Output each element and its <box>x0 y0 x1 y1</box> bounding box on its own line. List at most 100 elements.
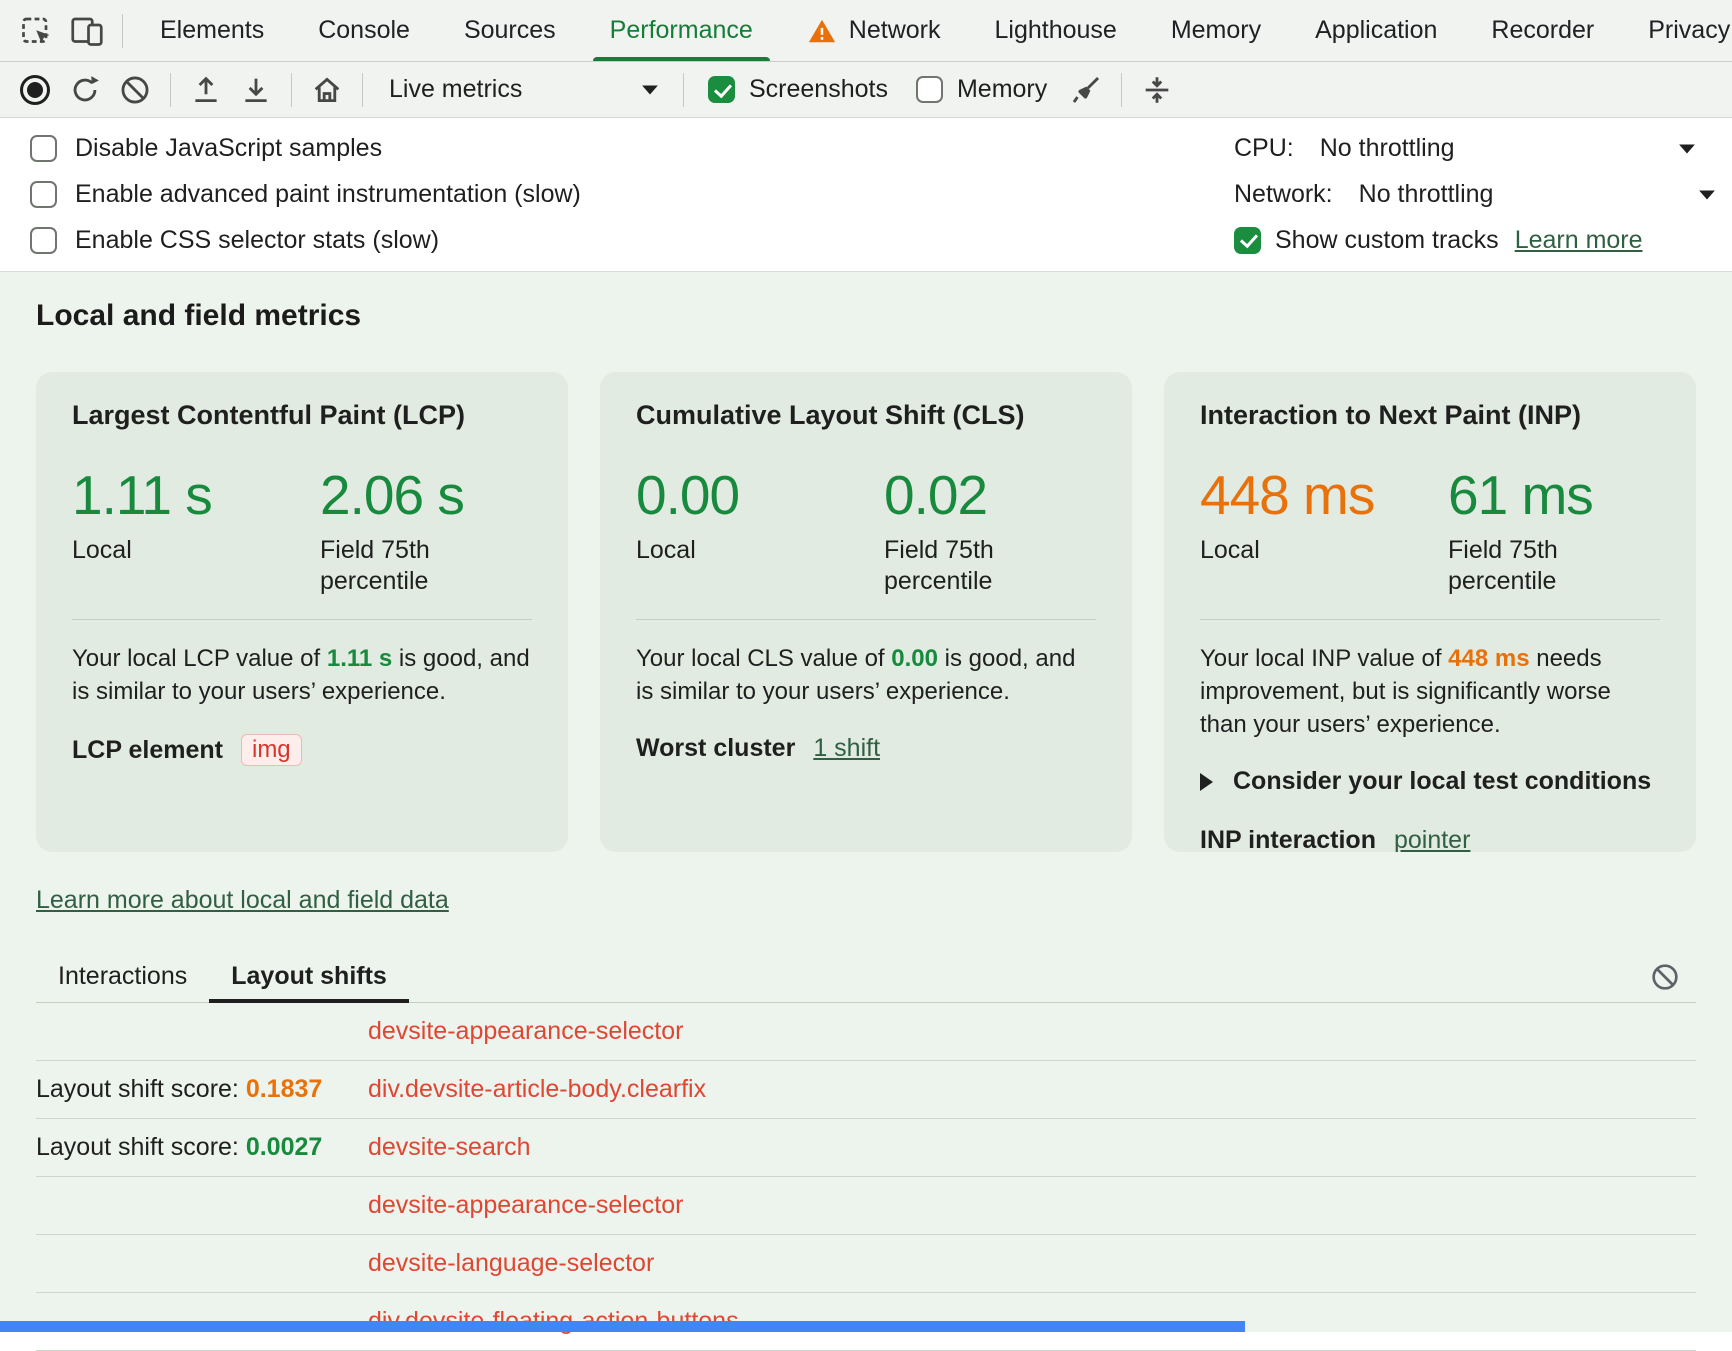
score-value: 0.0027 <box>246 1133 322 1161</box>
logs-section: Interactions Layout shifts devsite-appea… <box>36 951 1696 1351</box>
clear-profiles-button[interactable] <box>110 66 160 114</box>
download-icon <box>239 73 273 107</box>
score-label: Layout shift score: <box>36 1075 246 1103</box>
devtools-tabbar: Elements Console Sources Performance Net… <box>0 0 1732 62</box>
toolbar-divider <box>1121 73 1122 107</box>
field-metric-value: 61 ms <box>1448 465 1598 525</box>
device-toolbar-button[interactable] <box>62 7 112 55</box>
tab-label: Memory <box>1171 16 1261 45</box>
memory-checkbox[interactable]: Memory <box>902 75 1061 104</box>
option-label: Disable JavaScript samples <box>75 134 382 163</box>
local-metric-label: Local <box>636 535 884 566</box>
cpu-label: CPU: <box>1234 134 1294 163</box>
field-metric-label: Field 75th percentile <box>320 535 470 597</box>
card-divider <box>1200 619 1660 620</box>
capture-settings-right: CPU: No throttling Network: No throttlin… <box>1234 126 1696 263</box>
tab-elements[interactable]: Elements <box>133 0 291 61</box>
collapse-toolbar-button[interactable] <box>1132 66 1182 114</box>
screenshots-checkbox[interactable]: Screenshots <box>694 75 902 104</box>
tab-privacy-sandbox[interactable]: Privacy Sand <box>1621 0 1732 61</box>
tab-memory[interactable]: Memory <box>1144 0 1288 61</box>
live-metrics-home-button[interactable] <box>302 66 352 114</box>
element-link[interactable]: devsite-language-selector <box>368 1249 654 1277</box>
option-label: Enable advanced paint instrumentation (s… <box>75 180 581 209</box>
tab-console[interactable]: Console <box>291 0 437 61</box>
css-selector-stats-checkbox[interactable]: Enable CSS selector stats (slow) <box>30 217 581 263</box>
consider-local-conditions-toggle[interactable]: Consider your local test conditions <box>1200 767 1660 796</box>
description-value: 1.11 s <box>327 645 392 672</box>
home-icon <box>310 73 344 107</box>
tab-sources[interactable]: Sources <box>437 0 583 61</box>
tab-recorder[interactable]: Recorder <box>1464 0 1621 61</box>
tab-label: Performance <box>610 16 753 45</box>
record-button[interactable] <box>10 66 60 114</box>
element-link[interactable]: devsite-appearance-selector <box>368 1191 683 1219</box>
devtools-performance-panel: Elements Console Sources Performance Net… <box>0 0 1732 1332</box>
cpu-throttling-select[interactable]: CPU: No throttling <box>1234 126 1696 172</box>
toolbar-divider <box>170 73 171 107</box>
field-metric-label: Field 75th percentile <box>884 535 1034 597</box>
inspect-element-button[interactable] <box>12 7 62 55</box>
cls-card: Cumulative Layout Shift (CLS) 0.00 Local… <box>600 372 1132 852</box>
block-icon <box>1649 961 1681 993</box>
tab-label: Console <box>318 16 410 45</box>
shift-score-cell: Layout shift score: 0.1837 <box>36 1075 368 1104</box>
load-profile-button[interactable] <box>181 66 231 114</box>
description-text: Your local CLS value of <box>636 645 891 672</box>
metric-description: Your local INP value of 448 ms needs imp… <box>1200 642 1660 741</box>
shift-score-cell: Layout shift score: 0.0027 <box>36 1133 368 1162</box>
card-title: Interaction to Next Paint (INP) <box>1200 400 1660 431</box>
worst-cluster-row: Worst cluster 1 shift <box>636 734 1096 763</box>
live-metrics-view: Local and field metrics Largest Contentf… <box>0 272 1732 1332</box>
tab-application[interactable]: Application <box>1288 0 1464 61</box>
inp-card: Interaction to Next Paint (INP) 448 ms L… <box>1164 372 1696 852</box>
save-profile-button[interactable] <box>231 66 281 114</box>
tab-interactions[interactable]: Interactions <box>36 951 209 1002</box>
metric-cards: Largest Contentful Paint (LCP) 1.11 s Lo… <box>36 372 1696 852</box>
score-value: 0.1837 <box>246 1075 322 1103</box>
element-link[interactable]: devsite-appearance-selector <box>368 1017 683 1045</box>
layout-shift-row: devsite-appearance-selector <box>36 1177 1696 1235</box>
horizontal-scrollbar-thumb[interactable] <box>0 1321 1245 1332</box>
description-text: Your local INP value of <box>1200 645 1448 672</box>
inp-interaction-row: INP interaction pointer <box>1200 826 1660 852</box>
record-and-reload-button[interactable] <box>60 66 110 114</box>
tab-label: Privacy Sand <box>1648 16 1732 45</box>
disable-js-samples-checkbox[interactable]: Disable JavaScript samples <box>30 126 581 172</box>
description-text: Your local LCP value of <box>72 645 327 672</box>
field-metric-value: 2.06 s <box>320 465 470 525</box>
field-metric-label: Field 75th percentile <box>1448 535 1598 597</box>
metric-description: Your local CLS value of 0.00 is good, an… <box>636 642 1096 708</box>
tab-layout-shifts[interactable]: Layout shifts <box>209 951 409 1002</box>
option-label: Show custom tracks <box>1275 226 1499 255</box>
show-custom-tracks-checkbox[interactable]: Show custom tracks <box>1234 226 1499 255</box>
worst-cluster-link[interactable]: 1 shift <box>813 734 880 763</box>
clear-log-button[interactable] <box>1640 953 1690 1001</box>
tab-network[interactable]: Network <box>780 0 968 61</box>
learn-more-link[interactable]: Learn more <box>1515 226 1643 255</box>
checkbox-icon <box>916 76 943 103</box>
tab-performance[interactable]: Performance <box>583 0 780 61</box>
advanced-paint-checkbox[interactable]: Enable advanced paint instrumentation (s… <box>30 172 581 218</box>
local-metric-label: Local <box>72 535 320 566</box>
layout-shift-row: devsite-language-selector <box>36 1235 1696 1293</box>
score-label: Layout shift score: <box>36 1133 246 1161</box>
inp-interaction-link[interactable]: pointer <box>1394 826 1470 852</box>
field-data-learn-more-link[interactable]: Learn more about local and field data <box>36 886 449 915</box>
checkbox-icon <box>30 135 57 162</box>
tab-lighthouse[interactable]: Lighthouse <box>967 0 1143 61</box>
toolbar-divider <box>291 73 292 107</box>
toolbar-divider <box>683 73 684 107</box>
lcp-element-link[interactable]: img <box>241 734 302 766</box>
block-icon <box>118 73 152 107</box>
garbage-collect-button[interactable] <box>1061 66 1111 114</box>
element-link[interactable]: devsite-search <box>368 1133 531 1161</box>
lcp-element-row: LCP element img <box>72 734 532 766</box>
option-label: Enable CSS selector stats (slow) <box>75 226 439 255</box>
footer-label: INP interaction <box>1200 826 1376 852</box>
capture-settings-left: Disable JavaScript samples Enable advanc… <box>30 126 581 263</box>
panel-view-select[interactable]: Live metrics <box>373 68 673 112</box>
network-throttling-select[interactable]: Network: No throttling <box>1234 172 1696 218</box>
element-link[interactable]: div.devsite-article-body.clearfix <box>368 1075 706 1103</box>
inspect-cursor-icon <box>19 13 55 49</box>
